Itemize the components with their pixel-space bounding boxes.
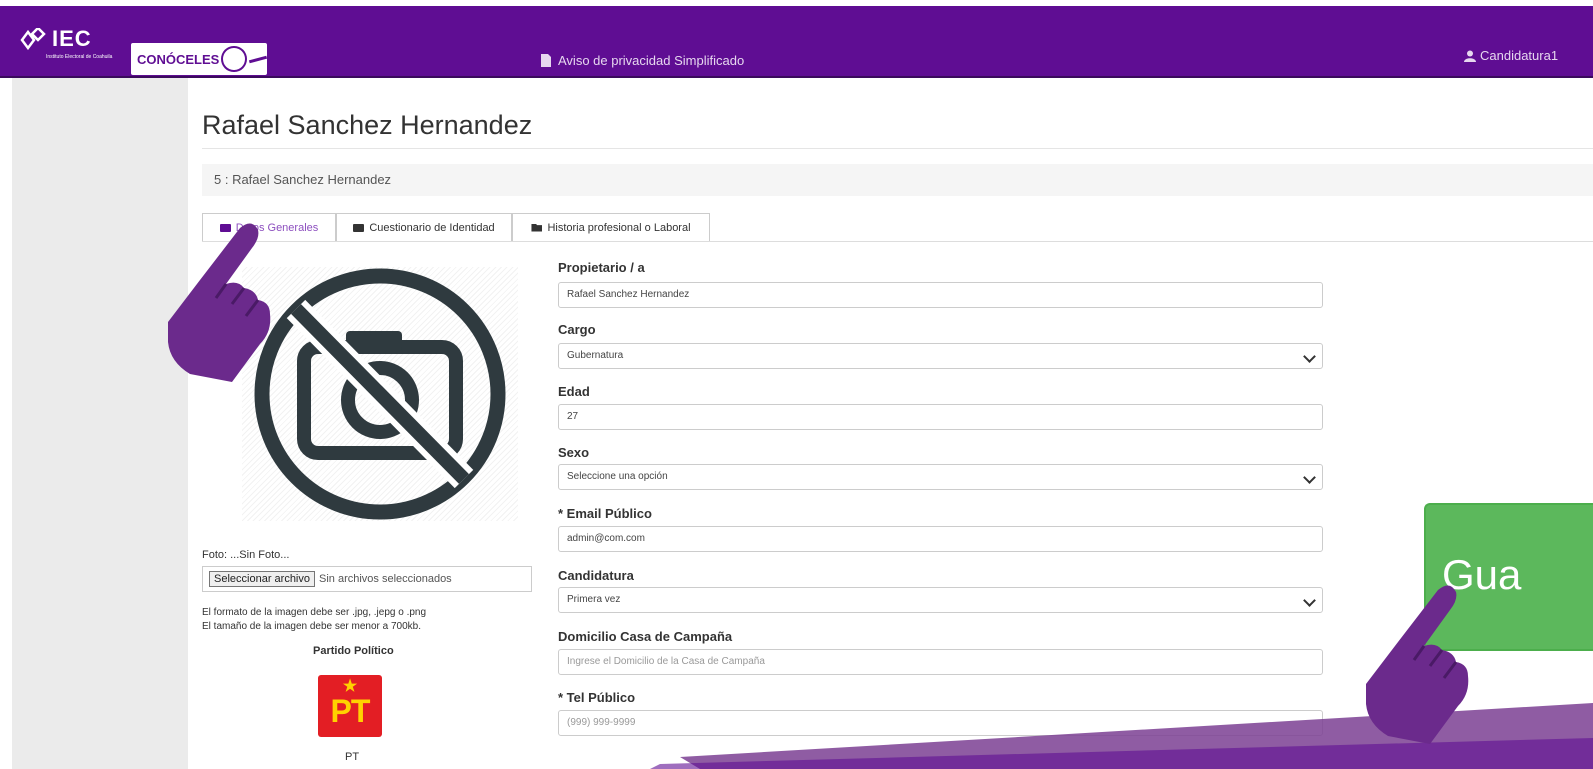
pointing-hand-icon [168, 223, 271, 382]
pointing-hand-icon [1366, 585, 1469, 744]
